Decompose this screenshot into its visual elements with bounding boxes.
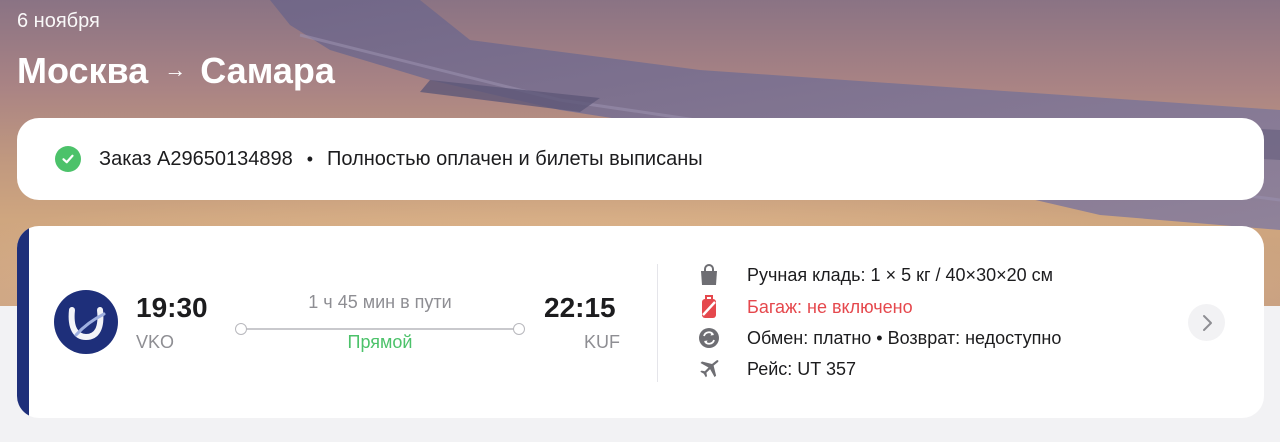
baggage-info: Багаж: не включено — [697, 295, 913, 319]
divider — [657, 264, 658, 382]
arrival-airport-code: KUF — [584, 332, 620, 352]
airline-accent-bar — [17, 226, 29, 418]
exchange-refund-info: Обмен: платно • Возврат: недоступно — [697, 326, 1061, 350]
check-circle-icon — [55, 146, 81, 172]
carry-on-info: Ручная кладь: 1 × 5 кг / 40×30×20 см — [697, 263, 1053, 287]
order-status-card: Заказ A29650134898 • Полностью оплачен и… — [17, 118, 1264, 200]
separator-dot: • — [306, 148, 314, 169]
departure-time: 19:30 — [136, 292, 208, 323]
chevron-right-icon[interactable] — [1188, 304, 1225, 341]
destination-city: Самара — [200, 50, 335, 91]
plane-icon — [697, 357, 721, 381]
route-title: Москва → Самара — [17, 50, 335, 92]
stops-label: Прямой — [347, 332, 413, 352]
departure-airport-code: VKO — [136, 332, 175, 352]
origin-city: Москва — [17, 50, 149, 91]
flight-duration: 1 ч 45 мин в пути — [308, 292, 452, 312]
exchange-icon — [697, 326, 721, 350]
order-status: Полностью оплачен и билеты выписаны — [327, 147, 703, 170]
flight-date: 6 ноября — [17, 10, 100, 32]
flight-card[interactable]: 19:30 VKO 1 ч 45 мин в пути Прямой 22:15… — [17, 226, 1264, 418]
bag-icon — [697, 263, 721, 287]
flight-number-info: Рейс: UT 357 — [697, 357, 856, 381]
airline-logo — [54, 290, 118, 354]
order-number: Заказ A29650134898 — [99, 147, 293, 170]
baggage-not-included-icon — [697, 295, 721, 319]
arrival-time: 22:15 — [544, 292, 616, 323]
route-arrow-icon: → — [164, 57, 187, 82]
